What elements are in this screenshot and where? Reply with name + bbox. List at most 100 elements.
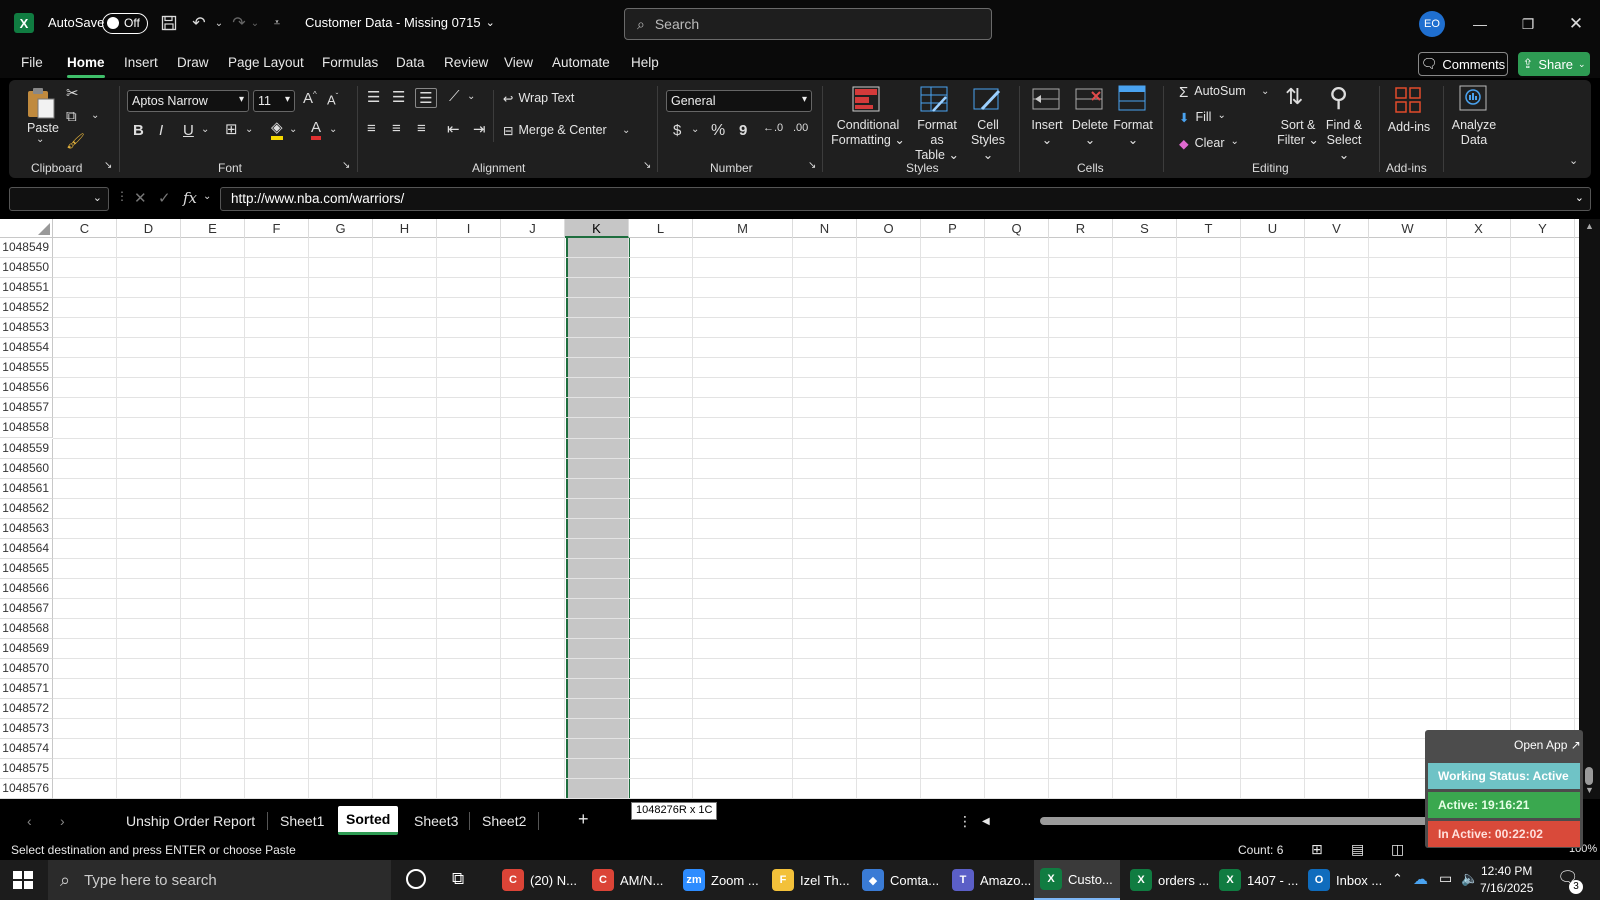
number-launcher-icon[interactable]: ↘ xyxy=(808,160,816,171)
row-header[interactable]: 1048572 xyxy=(0,699,53,720)
row-header[interactable]: 1048570 xyxy=(0,659,53,680)
comma-button[interactable]: 9 xyxy=(739,122,747,139)
vertical-scroll-thumb[interactable] xyxy=(1585,767,1593,785)
currency-dropdown-icon[interactable]: ⌄ xyxy=(691,124,699,135)
row-header[interactable]: 1048549 xyxy=(0,238,53,259)
scroll-up-icon[interactable]: ▲ xyxy=(1585,221,1594,231)
tab-draw[interactable]: Draw xyxy=(177,55,209,70)
row-header[interactable]: 1048574 xyxy=(0,739,53,760)
horizontal-scroll-thumb[interactable] xyxy=(1040,817,1440,825)
next-sheet-icon[interactable]: › xyxy=(60,813,65,829)
row-header[interactable]: 1048561 xyxy=(0,478,53,499)
column-header-o[interactable]: O xyxy=(857,219,921,238)
tab-view[interactable]: View xyxy=(504,55,533,70)
row-header[interactable]: 1048576 xyxy=(0,779,53,799)
taskbar-app[interactable]: ◆ Comta... xyxy=(856,860,942,900)
font-launcher-icon[interactable]: ↘ xyxy=(342,160,350,171)
row-header[interactable]: 1048556 xyxy=(0,378,53,399)
taskbar-app[interactable]: C AM/N... xyxy=(586,860,672,900)
minimize-icon[interactable]: — xyxy=(1465,12,1495,36)
paste-dropdown-icon[interactable]: ⌄ xyxy=(36,134,44,145)
row-header[interactable]: 1048558 xyxy=(0,418,53,439)
underline-dropdown-icon[interactable]: ⌄ xyxy=(201,124,209,135)
column-header-l[interactable]: L xyxy=(629,219,693,238)
tab-review[interactable]: Review xyxy=(444,55,488,70)
tab-formulas[interactable]: Formulas xyxy=(322,55,378,70)
column-header-k[interactable]: K xyxy=(565,219,629,238)
row-header[interactable]: 1048568 xyxy=(0,618,53,639)
cut-icon[interactable]: ✂ xyxy=(66,84,79,102)
column-header-g[interactable]: G xyxy=(309,219,373,238)
font-size-select[interactable]: 11 ▾ xyxy=(253,90,295,112)
wrap-text-button[interactable]: ↩ Wrap Text xyxy=(503,91,574,106)
collapse-ribbon-icon[interactable]: ⌄ xyxy=(1569,154,1578,167)
windows-start-icon[interactable] xyxy=(12,870,34,890)
clipboard-launcher-icon[interactable]: ↘ xyxy=(104,160,112,171)
tab-insert[interactable]: Insert xyxy=(124,55,158,70)
decrease-decimal-icon[interactable]: .00 xyxy=(793,122,808,134)
scroll-down-icon[interactable]: ▼ xyxy=(1585,785,1594,795)
taskbar-app[interactable]: Xorders ... xyxy=(1124,860,1210,900)
fill-color-dropdown-icon[interactable]: ⌄ xyxy=(289,124,297,135)
orientation-dropdown-icon[interactable]: ⌄ xyxy=(467,91,475,102)
customize-toolbar-icon[interactable]: ⩡ xyxy=(266,12,288,34)
number-format-select[interactable]: General ▾ xyxy=(666,90,812,112)
analyze-data-button[interactable]: Analyze Data xyxy=(1451,118,1497,148)
font-color-dropdown-icon[interactable]: ⌄ xyxy=(329,124,337,135)
network-icon[interactable]: ▭ xyxy=(1439,870,1452,887)
sheet-tab-unship-order-report[interactable]: Unship Order Report xyxy=(126,813,255,829)
row-header[interactable]: 1048560 xyxy=(0,458,53,479)
taskbar-app[interactable]: zm Zoom ... xyxy=(677,860,763,900)
orientation-icon[interactable]: ⟋ xyxy=(449,88,460,105)
tab-options-icon[interactable]: ⋮ xyxy=(958,813,972,830)
row-header[interactable]: 1048550 xyxy=(0,258,53,279)
save-icon[interactable] xyxy=(158,12,180,34)
tab-page-layout[interactable]: Page Layout xyxy=(228,55,304,70)
comments-button[interactable]: 🗨 Comments xyxy=(1418,52,1508,76)
tab-home[interactable]: Home xyxy=(67,55,105,78)
borders-dropdown-icon[interactable]: ⌄ xyxy=(245,124,253,135)
taskbar-app[interactable]: O Inbox ... xyxy=(1302,860,1388,900)
column-header-d[interactable]: D xyxy=(117,219,181,238)
fill-button[interactable]: ⬇ Fill ⌄ xyxy=(1179,110,1226,125)
align-middle-icon[interactable]: ☰ xyxy=(392,88,405,106)
copy-icon[interactable]: ⧉ xyxy=(66,108,77,125)
scroll-left-icon[interactable]: ◀ xyxy=(982,816,990,827)
column-header-v[interactable]: V xyxy=(1305,219,1369,238)
font-color-icon[interactable]: A xyxy=(311,120,322,140)
row-header[interactable]: 1048559 xyxy=(0,438,53,459)
row-header[interactable]: 1048564 xyxy=(0,538,53,559)
row-header[interactable]: 1048566 xyxy=(0,578,53,599)
autosum-button[interactable]: Σ AutoSum xyxy=(1179,84,1246,101)
fill-color-icon[interactable]: ◈ xyxy=(271,120,283,140)
close-icon[interactable]: ✕ xyxy=(1561,12,1591,36)
row-header[interactable]: 1048554 xyxy=(0,338,53,359)
currency-button[interactable]: $ xyxy=(673,122,681,139)
align-left-icon[interactable]: ≡ xyxy=(367,120,376,137)
increase-indent-icon[interactable]: ⇥ xyxy=(473,120,486,138)
alignment-launcher-icon[interactable]: ↘ xyxy=(643,160,651,171)
row-header[interactable]: 1048571 xyxy=(0,679,53,700)
column-header-m[interactable]: M xyxy=(693,219,793,238)
spreadsheet-grid[interactable]: CDEFGHIJKLMNOPQRSTUVWXY 1048549 1048550 10… xyxy=(0,219,1579,799)
column-header-q[interactable]: Q xyxy=(985,219,1049,238)
column-header-y[interactable]: Y xyxy=(1511,219,1575,238)
taskbar-app[interactable]: C (20) N... xyxy=(496,860,582,900)
row-header[interactable]: 1048575 xyxy=(0,759,53,780)
sheet-tab-sheet1[interactable]: Sheet1 xyxy=(280,813,324,829)
tab-help[interactable]: Help xyxy=(631,55,659,70)
autosave-toggle[interactable]: Off xyxy=(102,13,148,34)
row-header[interactable]: 1048553 xyxy=(0,318,53,339)
sheet-tab-sheet3[interactable]: Sheet3 xyxy=(414,813,458,829)
share-button[interactable]: ⇪ Share ⌄ xyxy=(1518,52,1590,76)
onedrive-icon[interactable]: ☁ xyxy=(1413,870,1428,888)
column-header-n[interactable]: N xyxy=(793,219,857,238)
align-top-icon[interactable]: ☰ xyxy=(367,88,380,106)
document-title[interactable]: Customer Data - Missing 0715 ⌄ xyxy=(305,15,495,30)
column-header-c[interactable]: C xyxy=(53,219,117,238)
search-box[interactable]: ⌕ Search xyxy=(624,8,992,40)
addins-button[interactable]: Add-ins xyxy=(1384,120,1434,135)
cancel-entry-icon[interactable]: ✕ xyxy=(134,189,147,207)
row-header[interactable]: 1048551 xyxy=(0,278,53,299)
expand-formula-icon[interactable]: ⌄ xyxy=(1575,191,1584,204)
